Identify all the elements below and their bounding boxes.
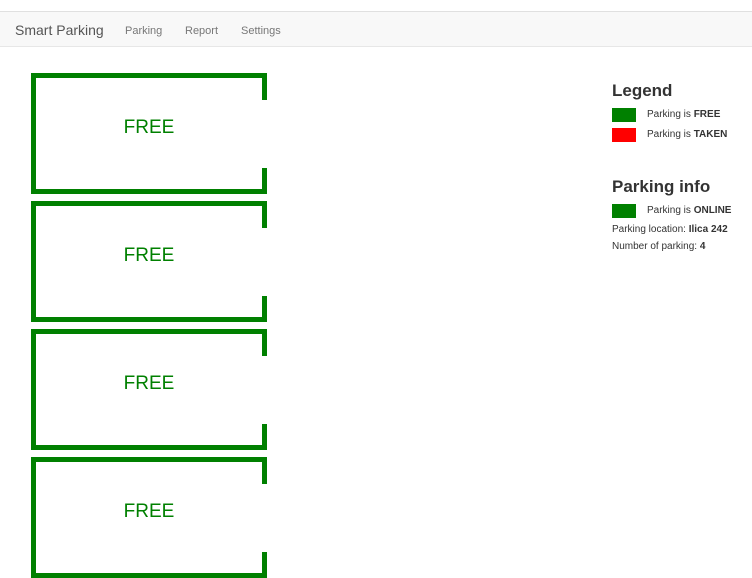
online-swatch: [612, 204, 636, 218]
legend-title: Legend: [612, 81, 673, 100]
spot-status-label: FREE: [123, 501, 175, 522]
status-prefix: Parking is: [647, 205, 691, 216]
spot-border: [262, 168, 267, 194]
parking-spot-2: FREE: [31, 201, 267, 322]
info-sidebar: Legend Parking is FREE Parking is TAKEN …: [612, 80, 752, 252]
spot-border: [262, 296, 267, 322]
spot-border: [262, 329, 267, 356]
parking-info-title: Parking info: [612, 177, 711, 196]
parking-status: Parking is ONLINE: [612, 202, 752, 218]
nav-link-parking[interactable]: Parking: [125, 25, 162, 37]
parking-spot-4: FREE: [31, 457, 267, 578]
count-value: 4: [699, 241, 706, 252]
navbar: Smart Parking Parking Report Settings: [0, 11, 752, 47]
spot-border: [31, 317, 267, 322]
spot-border: [31, 457, 267, 462]
spot-border: [31, 189, 267, 194]
spot-status-label: FREE: [123, 373, 175, 394]
free-swatch: [612, 108, 636, 122]
legend-item-taken: Parking is TAKEN: [612, 126, 752, 142]
spot-border: [262, 73, 267, 100]
navbar-brand[interactable]: Smart Parking: [15, 22, 104, 38]
legend-taken-value: TAKEN: [693, 129, 728, 140]
nav-link-settings[interactable]: Settings: [241, 25, 281, 37]
spot-status-label: FREE: [123, 245, 175, 266]
legend-free-value: FREE: [693, 109, 721, 120]
taken-swatch: [612, 128, 636, 142]
spot-border: [31, 445, 267, 450]
spot-border: [262, 457, 267, 484]
spot-status-label: FREE: [123, 117, 175, 138]
parking-location: Parking location: Ilica 242: [612, 224, 752, 235]
parking-spot-1: FREE: [31, 73, 267, 194]
status-value: ONLINE: [693, 205, 732, 216]
parking-count: Number of parking: 4: [612, 241, 752, 252]
spot-border: [31, 201, 267, 206]
legend-free-prefix: Parking is: [647, 109, 691, 120]
spot-border: [262, 552, 267, 578]
nav-link-report[interactable]: Report: [185, 25, 218, 37]
count-label: Number of parking:: [612, 241, 698, 252]
spot-border: [31, 73, 267, 78]
spot-border: [31, 329, 267, 334]
legend-item-free: Parking is FREE: [612, 106, 752, 122]
parking-spot-3: FREE: [31, 329, 267, 450]
legend-taken-prefix: Parking is: [647, 129, 691, 140]
location-label: Parking location:: [612, 224, 686, 235]
spot-border: [262, 201, 267, 228]
spot-border: [262, 424, 267, 450]
location-value: Ilica 242: [688, 224, 728, 235]
